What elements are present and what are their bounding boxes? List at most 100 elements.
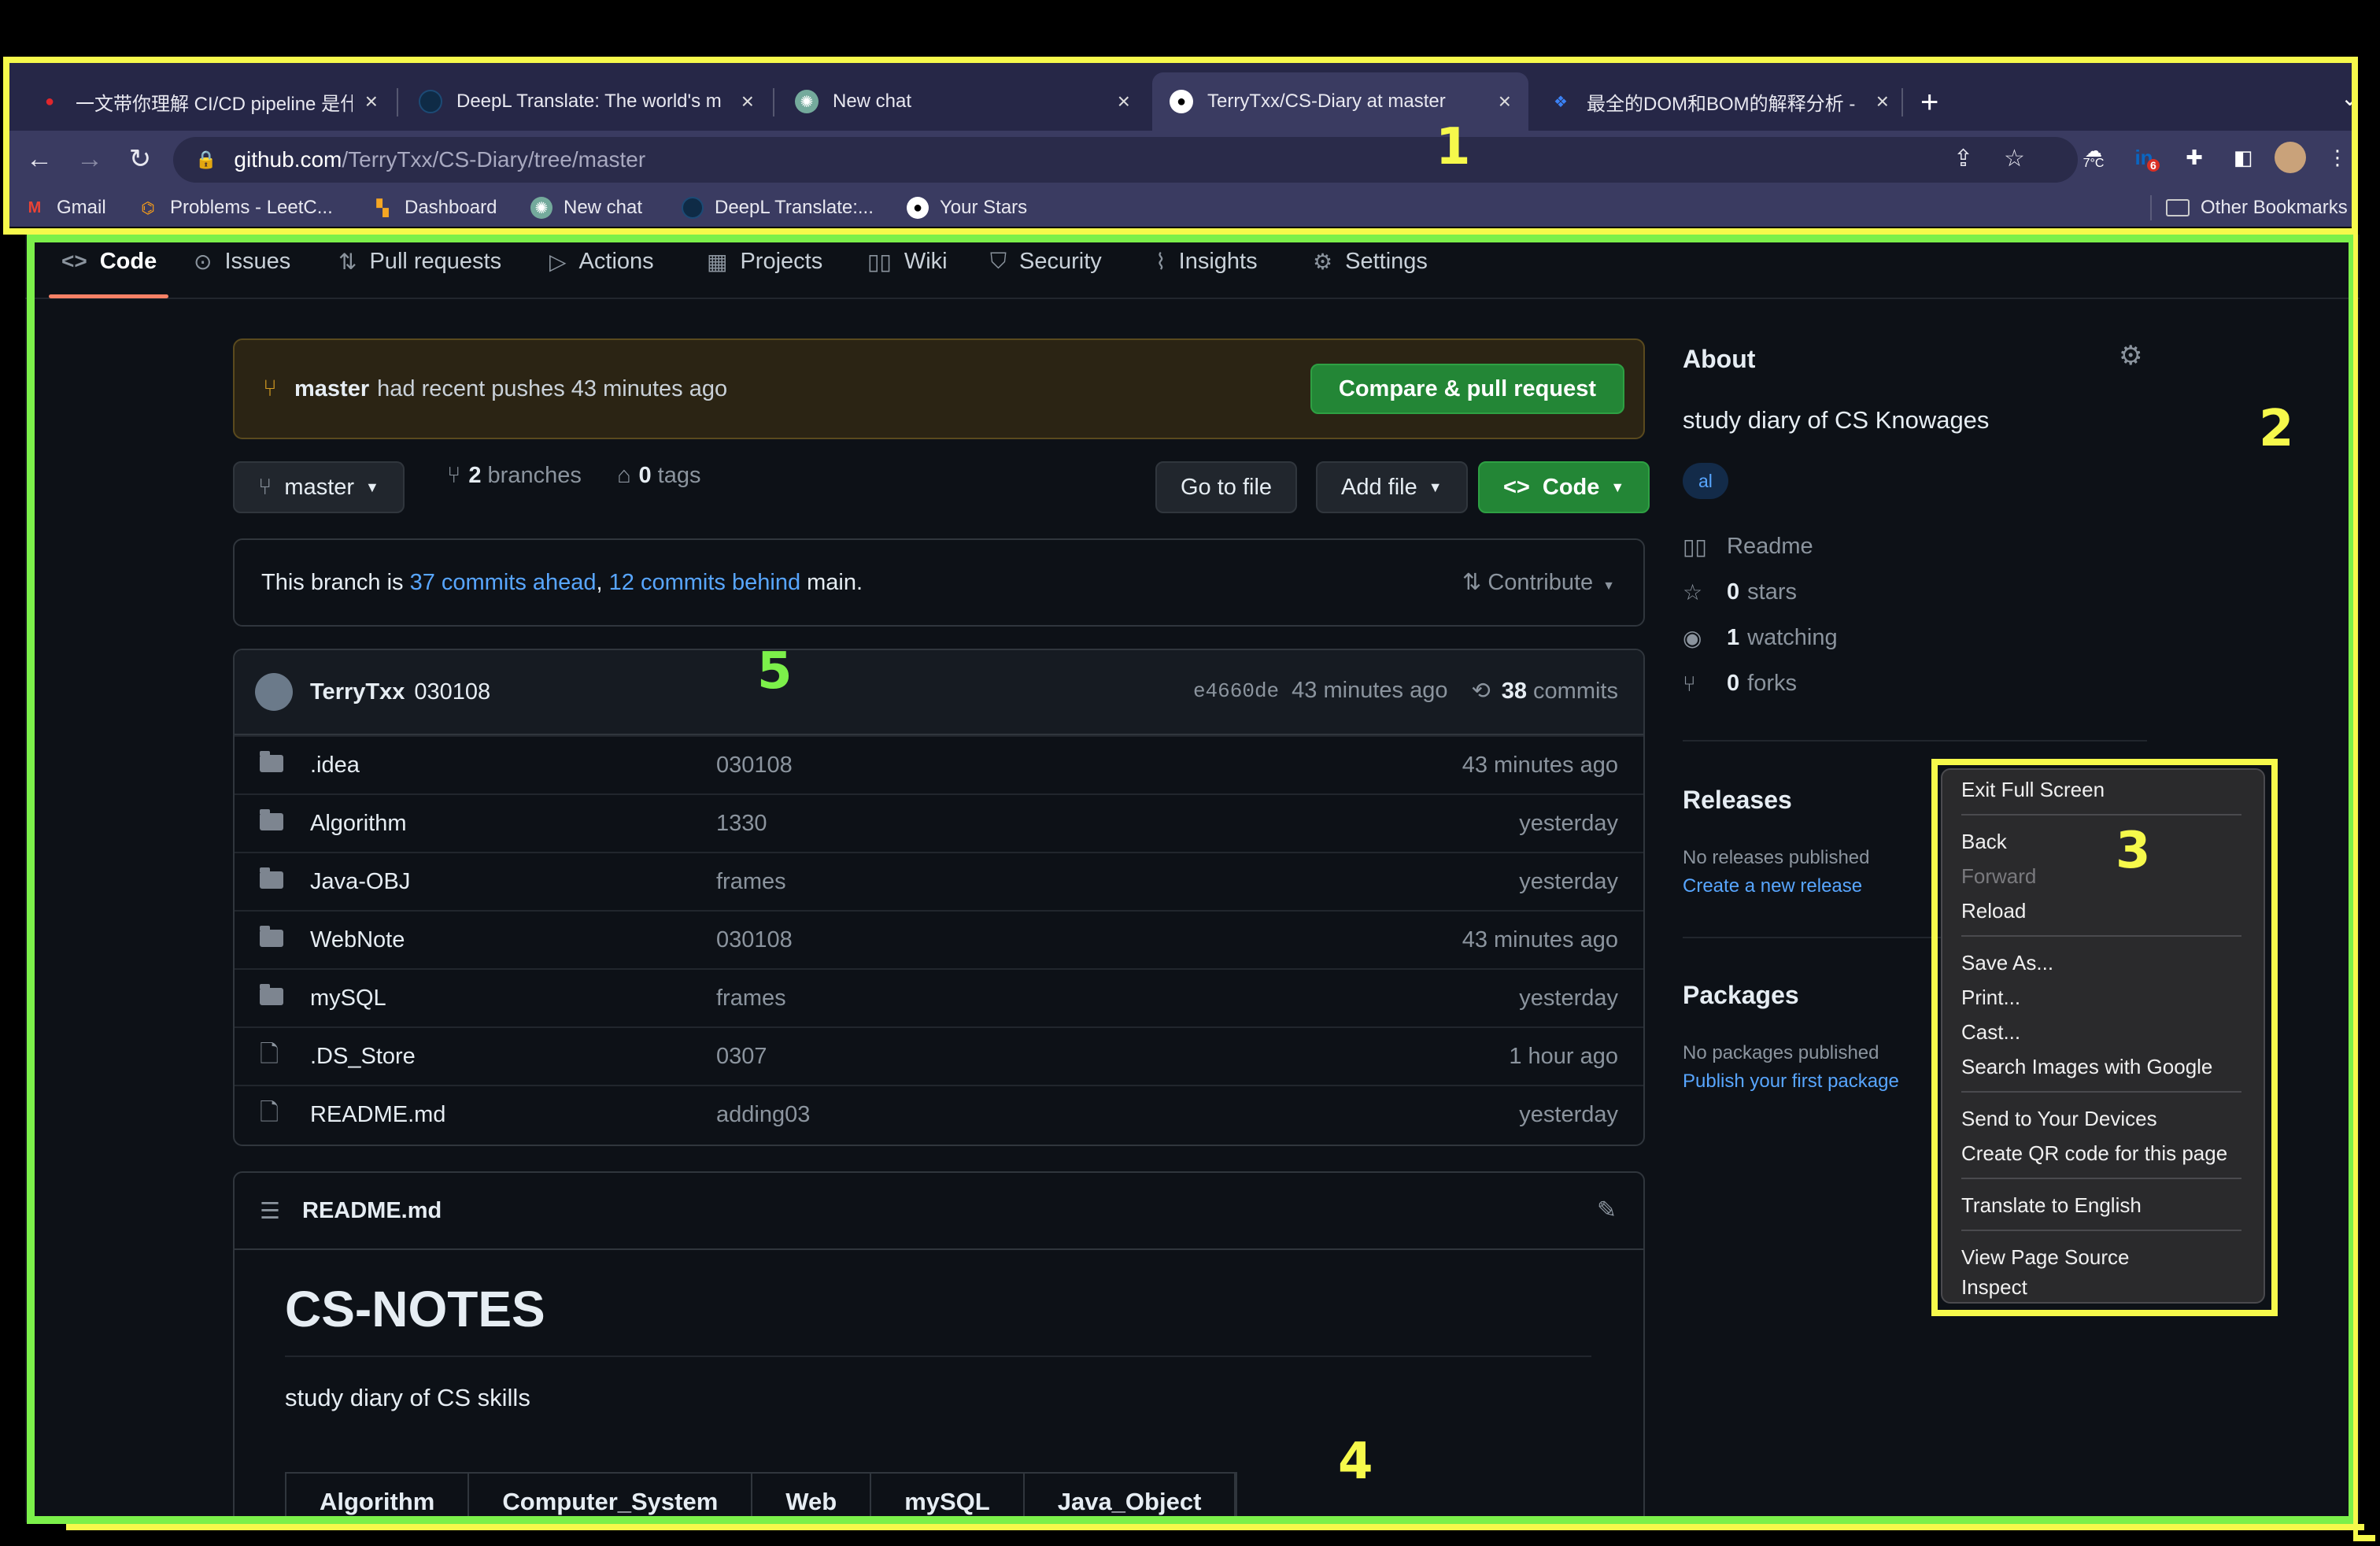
tags-link[interactable]: ⌂ 0 tags [617, 463, 701, 489]
tab-code[interactable]: <> Code [61, 246, 157, 277]
tab-dom-bom[interactable]: ❖ 最全的DOM和BOM的解释分析 - × [1532, 72, 1906, 131]
create-release-link[interactable]: Create a new release [1683, 875, 1862, 897]
reload-icon[interactable]: ↻ [121, 140, 159, 178]
packages-heading[interactable]: Packages [1683, 981, 1799, 1010]
tab-github[interactable]: ● TerryTxx/CS-Diary at master × [1152, 72, 1528, 131]
tab-new-chat[interactable]: ✺ New chat × [778, 72, 1148, 131]
extensions-puzzle-icon[interactable]: ✚ [2175, 139, 2213, 176]
back-arrow-icon[interactable]: ← [20, 140, 58, 178]
table-row[interactable]: Java-OBJ frames yesterday [235, 852, 1643, 910]
branches-link[interactable]: ⑂ 2 branches [447, 463, 582, 489]
add-file-button[interactable]: Add file ▼ [1316, 461, 1468, 513]
menu-cast[interactable]: Cast... [1961, 1020, 2020, 1045]
tab-search-chevron-icon[interactable]: ⌄ [2341, 85, 2359, 111]
bookmark-deepl[interactable]: DeepL Translate:... [682, 194, 874, 222]
stars-link[interactable]: ☆ 0 stars [1683, 579, 1797, 605]
menu-inspect[interactable]: Inspect [1961, 1275, 2027, 1300]
tab-deepl[interactable]: DeepL Translate: The world's m × [401, 72, 771, 131]
file-commit-message[interactable]: adding03 [716, 1102, 810, 1128]
file-commit-message[interactable]: 0307 [716, 1044, 767, 1070]
bookmark-your-stars[interactable]: ● Your Stars [907, 194, 1027, 222]
table-row[interactable]: 🗋 README.md adding03 yesterday [235, 1085, 1643, 1143]
tab-wiki[interactable]: ▯▯ Wiki [867, 246, 948, 277]
tab-cicd[interactable]: ● 一文带你理解 CI/CD pipeline 是什 × [20, 72, 395, 131]
file-commit-message[interactable]: frames [716, 986, 786, 1012]
file-name-link[interactable]: .idea [310, 753, 360, 779]
close-icon[interactable]: × [1118, 89, 1130, 114]
gear-icon[interactable]: ⚙ [2119, 340, 2142, 372]
releases-heading[interactable]: Releases [1683, 786, 1792, 815]
close-icon[interactable]: × [1876, 89, 1889, 114]
menu-send-to-devices[interactable]: Send to Your Devices [1961, 1107, 2157, 1131]
tab-security[interactable]: ⛉ Security [990, 246, 1102, 277]
table-row[interactable]: .idea 030108 43 minutes ago [235, 735, 1643, 793]
file-name-link[interactable]: .DS_Store [310, 1044, 416, 1070]
tab-actions[interactable]: ▷ Actions [549, 246, 654, 277]
menu-translate[interactable]: Translate to English [1961, 1193, 2142, 1218]
file-commit-message[interactable]: frames [716, 869, 786, 895]
code-dropdown-button[interactable]: <> Code ▼ [1478, 461, 1650, 513]
commit-history-link[interactable]: ⟲ 38 commits [1471, 677, 1618, 705]
forks-link[interactable]: ⑂ 0 forks [1683, 671, 1797, 697]
close-icon[interactable]: × [741, 89, 754, 114]
bookmark-dashboard[interactable]: ▚ Dashboard [371, 194, 497, 222]
bookmark-gmail[interactable]: M Gmail [24, 194, 106, 222]
compare-pull-request-button[interactable]: Compare & pull request [1310, 364, 1624, 414]
profile-avatar[interactable] [2275, 142, 2306, 173]
other-bookmarks[interactable]: Other Bookmarks [2166, 194, 2348, 222]
file-name-link[interactable]: README.md [310, 1102, 445, 1128]
file-commit-message[interactable]: 1330 [716, 811, 767, 837]
forward-arrow-icon[interactable]: → [71, 140, 109, 178]
close-icon[interactable]: × [365, 89, 378, 114]
table-row[interactable]: WebNote 030108 43 minutes ago [235, 910, 1643, 968]
readme-link[interactable]: ▯▯ Readme [1683, 534, 1813, 560]
bookmark-star-icon[interactable]: ☆ [2004, 145, 2025, 172]
file-name-link[interactable]: Algorithm [310, 811, 407, 837]
commit-message[interactable]: 030108 [414, 679, 490, 705]
tab-pull-requests[interactable]: ⇅ Pull requests [338, 246, 501, 277]
tab-insights[interactable]: ⌇ Insights [1155, 246, 1258, 277]
address-bar[interactable]: 🔒 github.com/TerryTxx/CS-Diary/tree/mast… [173, 137, 2078, 183]
commits-behind-link[interactable]: 12 commits behind [609, 570, 800, 596]
file-name-link[interactable]: mySQL [310, 986, 386, 1012]
weather-extension-icon[interactable]: ☁ 7°C [2075, 139, 2112, 176]
menu-exit-full-screen[interactable]: Exit Full Screen [1961, 778, 2105, 802]
menu-save-as[interactable]: Save As... [1961, 951, 2053, 975]
commit-sha[interactable]: e4660de [1193, 679, 1279, 703]
linkedin-extension-icon[interactable]: in 6 [2125, 139, 2163, 176]
avatar[interactable] [255, 673, 293, 711]
kebab-menu-icon[interactable]: ⋮ [2319, 139, 2356, 176]
side-panel-icon[interactable]: ◧ [2224, 139, 2262, 176]
menu-search-images[interactable]: Search Images with Google [1961, 1055, 2212, 1079]
contribute-dropdown[interactable]: ⇅ Contribute ▼ [1462, 568, 1615, 596]
bookmark-new-chat[interactable]: ✺ New chat [530, 194, 642, 222]
file-name-link[interactable]: Java-OBJ [310, 869, 410, 895]
table-row[interactable]: Algorithm 1330 yesterday [235, 793, 1643, 852]
tab-projects[interactable]: ▦ Projects [707, 246, 822, 277]
file-commit-message[interactable]: 030108 [716, 927, 793, 953]
list-icon[interactable]: ☰ [260, 1197, 280, 1225]
topic-tag[interactable]: al [1683, 463, 1728, 499]
file-commit-message[interactable]: 030108 [716, 753, 793, 779]
table-row[interactable]: mySQL frames yesterday [235, 968, 1643, 1026]
menu-back[interactable]: Back [1961, 830, 2007, 854]
tab-settings[interactable]: ⚙ Settings [1313, 246, 1428, 277]
commit-author[interactable]: TerryTxx [310, 679, 405, 705]
new-tab-button[interactable]: + [1920, 85, 1938, 120]
bookmark-leetcode[interactable]: ⌬ Problems - LeetC... [137, 194, 332, 222]
tab-issues[interactable]: ⊙ Issues [194, 246, 290, 277]
menu-create-qr-code[interactable]: Create QR code for this page [1961, 1141, 2227, 1166]
file-name-link[interactable]: WebNote [310, 927, 405, 953]
commits-ahead-link[interactable]: 37 commits ahead [410, 570, 597, 596]
go-to-file-button[interactable]: Go to file [1155, 461, 1298, 513]
watching-link[interactable]: ◉ 1 watching [1683, 625, 1838, 651]
publish-package-link[interactable]: Publish your first package [1683, 1071, 1899, 1093]
menu-reload[interactable]: Reload [1961, 899, 2026, 923]
menu-view-page-source[interactable]: View Page Source [1961, 1245, 2129, 1270]
pencil-icon[interactable]: ✎ [1597, 1196, 1617, 1224]
branch-select-button[interactable]: ⑂ master ▼ [233, 461, 405, 513]
close-icon[interactable]: × [1499, 89, 1511, 114]
menu-print[interactable]: Print... [1961, 986, 2020, 1010]
share-icon[interactable]: ⇪ [1953, 145, 1973, 172]
table-row[interactable]: 🗋 .DS_Store 0307 1 hour ago [235, 1026, 1643, 1085]
